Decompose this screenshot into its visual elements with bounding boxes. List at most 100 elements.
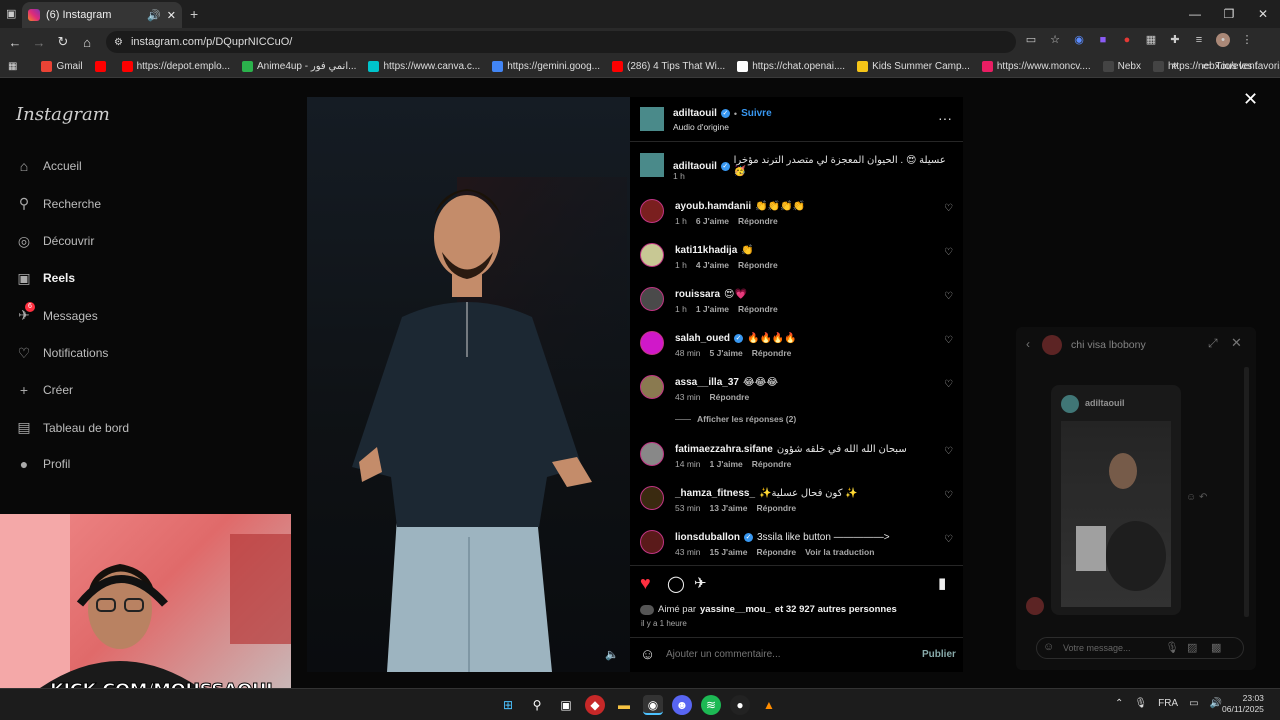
comment-like-icon[interactable]: ♡ bbox=[944, 291, 953, 302]
react-icon[interactable]: ☺ ↶ bbox=[1186, 492, 1207, 503]
emoji-icon[interactable]: ☺ bbox=[640, 646, 655, 663]
chevron-up-icon[interactable]: ⌃ bbox=[1115, 698, 1123, 709]
extension-icon[interactable]: ● bbox=[1120, 33, 1134, 47]
menu-icon[interactable]: ⋮ bbox=[1240, 33, 1254, 47]
commenter-avatar[interactable] bbox=[640, 375, 664, 399]
comment-likes[interactable]: 1 J'aime bbox=[710, 459, 743, 469]
more-options-icon[interactable]: ··· bbox=[938, 110, 952, 126]
bookmark-item[interactable]: Gmail bbox=[41, 61, 83, 72]
comment-icon[interactable]: ◯ bbox=[667, 574, 685, 594]
comment-likes[interactable]: 6 J'aime bbox=[696, 216, 729, 226]
extension-icon[interactable]: ◉ bbox=[1072, 33, 1086, 47]
comment-username[interactable]: ayoub.hamdanii bbox=[675, 201, 751, 212]
sidebar-item-recherche[interactable]: ⚲ Recherche bbox=[16, 195, 101, 212]
follow-button[interactable]: Suivre bbox=[741, 108, 772, 119]
author-avatar[interactable] bbox=[640, 107, 664, 131]
extension-icon[interactable]: ■ bbox=[1096, 33, 1110, 47]
puzzle-icon[interactable]: ✚ bbox=[1168, 33, 1182, 47]
emoji-icon[interactable]: ☺ bbox=[1043, 641, 1054, 653]
reel-video[interactable]: 🔈 bbox=[307, 97, 630, 672]
comment-username[interactable]: salah_oued bbox=[675, 333, 730, 344]
reply-button[interactable]: Répondre bbox=[738, 216, 778, 226]
image-icon[interactable]: ▨ bbox=[1187, 641, 1197, 654]
like-heart-icon[interactable]: ♥ bbox=[640, 573, 651, 594]
bookmark-item[interactable] bbox=[94, 61, 110, 72]
reply-button[interactable]: Répondre bbox=[710, 392, 750, 402]
sidebar-item-profil[interactable]: ● Profil bbox=[16, 456, 71, 472]
comment-likes[interactable]: 15 J'aime bbox=[710, 547, 748, 557]
comment-like-icon[interactable]: ♡ bbox=[944, 446, 953, 457]
more-bookmarks-icon[interactable]: » bbox=[1172, 60, 1178, 71]
sidebar-item-cr-er[interactable]: + Créer bbox=[16, 382, 73, 398]
reply-button[interactable]: Répondre bbox=[756, 547, 796, 557]
comment-like-icon[interactable]: ♡ bbox=[944, 203, 953, 214]
reply-button[interactable]: Répondre bbox=[738, 304, 778, 314]
chat-scrollbar[interactable] bbox=[1244, 367, 1249, 617]
sidebar-item-notifications[interactable]: ♡ Notifications bbox=[16, 345, 109, 362]
comment-likes[interactable]: 5 J'aime bbox=[710, 348, 743, 358]
comment-username[interactable]: lionsduballon bbox=[675, 532, 740, 543]
view-replies-button[interactable]: Afficher les réponses (2) bbox=[675, 414, 796, 424]
search-icon[interactable]: ⚲ bbox=[527, 695, 547, 715]
minimize-icon[interactable]: — bbox=[1178, 0, 1212, 28]
chrome-icon[interactable]: ◉ bbox=[643, 695, 663, 715]
restore-icon[interactable]: ❐ bbox=[1212, 0, 1246, 28]
save-bookmark-icon[interactable]: ▮ bbox=[938, 574, 946, 592]
file-explorer-icon[interactable]: ▬ bbox=[614, 695, 634, 715]
comment-username[interactable]: assa__illa_37 bbox=[675, 377, 739, 388]
sidebar-item-messages[interactable]: 6 ✈ Messages bbox=[16, 302, 98, 324]
shared-post-card[interactable]: adiltaouil bbox=[1051, 385, 1181, 615]
comment-like-icon[interactable]: ♡ bbox=[944, 379, 953, 390]
new-tab-icon[interactable]: + bbox=[190, 6, 198, 22]
speaker-icon[interactable]: 🔊 bbox=[147, 9, 161, 22]
reply-button[interactable]: Répondre bbox=[752, 348, 792, 358]
chat-back-icon[interactable]: ‹ bbox=[1026, 337, 1030, 351]
commenter-avatar[interactable] bbox=[640, 442, 664, 466]
comment-username[interactable]: _hamza_fitness_ bbox=[675, 488, 755, 499]
close-tab-icon[interactable]: ✕ bbox=[167, 9, 176, 22]
chat-close-icon[interactable]: ✕ bbox=[1231, 335, 1242, 351]
comment-username[interactable]: rouissara bbox=[675, 289, 720, 300]
microphone-icon[interactable]: 🎙 bbox=[1165, 641, 1179, 654]
expand-icon[interactable]: ⤢ bbox=[1208, 336, 1218, 351]
bookmark-item[interactable]: https://www.moncv.... bbox=[981, 61, 1091, 72]
browser-tab[interactable]: (6) Instagram 🔊 ✕ bbox=[22, 2, 182, 28]
comment-like-icon[interactable]: ♡ bbox=[944, 247, 953, 258]
extension-icon[interactable]: ▦ bbox=[1144, 33, 1158, 47]
url-bar[interactable]: ⚙ instagram.com/p/DQuprNICCuO/ bbox=[106, 31, 1016, 53]
comment-like-icon[interactable]: ♡ bbox=[944, 490, 953, 501]
bookmark-item[interactable]: (286) 4 Tips That Wi... bbox=[612, 61, 725, 72]
network-icon[interactable]: ▭ bbox=[1189, 698, 1198, 709]
caption-username[interactable]: adiltaouil bbox=[673, 161, 717, 172]
reply-button[interactable]: Répondre bbox=[756, 503, 796, 513]
window-close-icon[interactable]: ✕ bbox=[1246, 0, 1280, 28]
comment-likes[interactable]: 1 J'aime bbox=[696, 304, 729, 314]
author-avatar[interactable] bbox=[640, 153, 664, 177]
comment-username[interactable]: fatimaezzahra.sifane bbox=[675, 444, 773, 455]
sticker-icon[interactable]: ▩ bbox=[1211, 641, 1221, 654]
sidebar-item-d-couvrir[interactable]: ◎ Découvrir bbox=[16, 233, 94, 250]
commenter-avatar[interactable] bbox=[640, 243, 664, 267]
commenter-avatar[interactable] bbox=[640, 199, 664, 223]
language-indicator[interactable]: FRA bbox=[1158, 698, 1178, 709]
volume-icon[interactable]: 🔊 bbox=[1210, 698, 1222, 709]
bookmark-star-icon[interactable]: ☆ bbox=[1048, 33, 1062, 47]
cast-icon[interactable]: ▭ bbox=[1024, 33, 1038, 47]
commenter-avatar[interactable] bbox=[640, 287, 664, 311]
profile-avatar-icon[interactable]: • bbox=[1216, 33, 1230, 47]
bookmark-item[interactable]: https://depot.emplo... bbox=[121, 61, 230, 72]
commenter-avatar[interactable] bbox=[640, 486, 664, 510]
comment-input[interactable] bbox=[666, 646, 906, 662]
publish-button[interactable]: Publier bbox=[922, 649, 956, 660]
bookmark-item[interactable]: Kids Summer Camp... bbox=[857, 61, 970, 72]
vlc-icon[interactable]: ▲ bbox=[759, 695, 779, 715]
reply-button[interactable]: Répondre bbox=[738, 260, 778, 270]
comment-likes[interactable]: 13 J'aime bbox=[710, 503, 748, 513]
obs-icon[interactable]: ● bbox=[730, 695, 750, 715]
translate-link[interactable]: Voir la traduction bbox=[805, 547, 874, 557]
likes-summary[interactable]: Aimé par yassine__mou_ et 32 927 autres … bbox=[640, 604, 897, 615]
apps-icon[interactable]: ▦ bbox=[8, 61, 17, 72]
bookmark-item[interactable]: https://www.canva.c... bbox=[368, 61, 480, 72]
chat-message-input[interactable] bbox=[1063, 641, 1153, 655]
mute-icon[interactable]: 🔈 bbox=[605, 648, 619, 661]
